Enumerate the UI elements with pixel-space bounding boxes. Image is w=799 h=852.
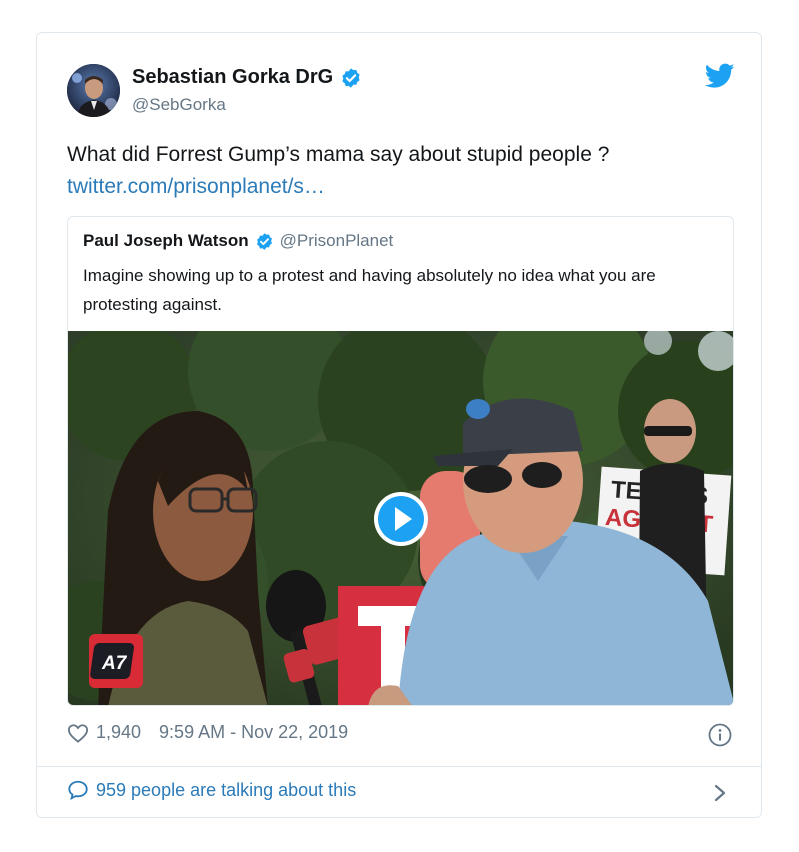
like-count[interactable]: 1,940	[96, 722, 141, 743]
quoted-tweet-text: Imagine showing up to a protest and havi…	[83, 266, 656, 314]
tweet-link[interactable]: twitter.com/prisonplanet/s…	[67, 171, 325, 203]
play-icon[interactable]	[372, 490, 430, 548]
conversation-text[interactable]: 959 people are talking about this	[96, 780, 356, 801]
chevron-right-icon[interactable]	[713, 783, 727, 803]
heart-icon[interactable]	[67, 723, 89, 743]
avatar[interactable]	[67, 64, 120, 117]
speech-bubble-icon	[68, 780, 88, 801]
author-name[interactable]: Sebastian Gorka DrG	[132, 66, 362, 89]
quoted-author-handle[interactable]: @PrisonPlanet	[280, 231, 394, 251]
tweet-meta: 1,940 9:59 AM - Nov 22, 2019	[67, 722, 348, 743]
info-icon[interactable]	[708, 723, 732, 747]
verified-badge-icon	[342, 67, 360, 88]
quoted-tweet[interactable]: Paul Joseph Watson @PrisonPlanet Imagine…	[67, 216, 734, 706]
tweet-text: What did Forrest Gump’s mama say about s…	[67, 143, 610, 166]
a7-logo-text: A7	[101, 653, 128, 674]
tweet-timestamp[interactable]: 9:59 AM - Nov 22, 2019	[159, 722, 348, 743]
author-handle[interactable]: @SebGorka	[132, 95, 226, 115]
author-name-text[interactable]: Sebastian Gorka DrG	[132, 66, 333, 89]
quoted-tweet-header: Paul Joseph Watson @PrisonPlanet	[83, 231, 393, 251]
quoted-author-name[interactable]: Paul Joseph Watson	[83, 231, 249, 251]
conversation-link[interactable]: 959 people are talking about this	[67, 779, 356, 801]
a7-logo: A7	[88, 633, 144, 689]
video-thumbnail[interactable]: TEXANS AGAINST	[68, 291, 733, 705]
embedded-tweet-card: Sebastian Gorka DrG @SebGorka What did F…	[36, 32, 762, 818]
verified-badge-icon	[256, 232, 272, 250]
divider	[37, 766, 761, 767]
twitter-bird-icon[interactable]	[705, 63, 735, 89]
